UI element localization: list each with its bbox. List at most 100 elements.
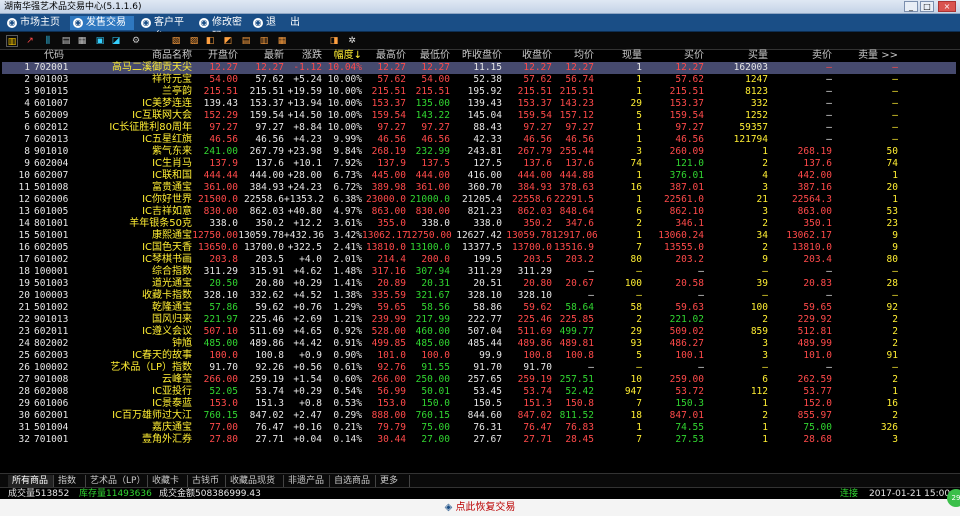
column-header-12[interactable]: 买价 bbox=[642, 50, 704, 62]
tab-0[interactable]: 所有商品 bbox=[8, 475, 54, 487]
cell: +0.29 bbox=[293, 386, 322, 397]
menu-item-3[interactable]: ◉修改密码 bbox=[196, 16, 246, 42]
table-row[interactable]: 14 801001 羊年银条50克 338.0 350.2 +12.2 3.61% 355.0… bbox=[2, 218, 956, 230]
table-row[interactable]: 23 602011 IC遵义会议 507.10 511.69 +4.65 0.92% 528.… bbox=[2, 326, 956, 338]
title-bar: 湖南华强艺术品交易中心(5.1.1.6) _ □ × bbox=[0, 0, 960, 14]
close-button[interactable]: × bbox=[938, 1, 956, 12]
cell: 23 bbox=[18, 326, 30, 337]
menu-item-5[interactable]: 出 bbox=[284, 16, 308, 30]
excel-icon[interactable]: ▤ bbox=[240, 35, 252, 47]
table-row[interactable]: 28 602008 IC亚投行 52.05 53.74 +0.29 0.54% 56.99 50… bbox=[2, 386, 956, 398]
sort-icon[interactable]: ▨ bbox=[188, 35, 200, 47]
table-row[interactable]: 12 602006 IC你好世界 21500.0 22558.6 +1353.2 6.38%… bbox=[2, 194, 956, 206]
cell: — bbox=[892, 62, 898, 73]
column-header-0[interactable]: 代码 bbox=[34, 50, 74, 62]
column-header-3[interactable]: 最新 bbox=[238, 50, 284, 62]
table-row[interactable]: 1 702001 高马二溪御贡天尖 12.27 12.27 -1.12 10.04% 12.2… bbox=[2, 62, 956, 74]
gear-icon[interactable]: ⚙ bbox=[130, 35, 142, 47]
print-icon[interactable]: ▥ bbox=[258, 35, 270, 47]
column-header-1[interactable]: 商品名称 bbox=[74, 50, 192, 62]
cell: 489.86 bbox=[517, 338, 552, 349]
cell: 道光通宝 bbox=[152, 278, 192, 289]
table-row[interactable]: 26 100002 艺术品（LP）指数 91.70 92.26 +0.56 0.61% 92.… bbox=[2, 362, 956, 374]
cell: +0.76 bbox=[293, 302, 322, 313]
table-row[interactable]: 18 100001 综合指数 311.29 315.91 +4.62 1.48% 317.16… bbox=[2, 266, 956, 278]
tab-1[interactable]: 指数 bbox=[54, 475, 86, 487]
column-header-8[interactable]: 昨收盘价 bbox=[450, 50, 502, 62]
resume-trading-bar[interactable]: ◈ 点此恢复交易 bbox=[0, 499, 960, 516]
book-icon[interactable]: ▧ bbox=[170, 35, 182, 47]
menu-item-2[interactable]: ◉客户平台 bbox=[138, 16, 194, 42]
cell: 507.04 bbox=[467, 326, 502, 337]
table-row[interactable]: 10 602007 IC联和国 444.44 444.00 +28.00 6.73% 445.… bbox=[2, 170, 956, 182]
table-row[interactable]: 8 901010 紫气东来 241.00 267.79 +23.98 9.84% 268.19… bbox=[2, 146, 956, 158]
settings-icon[interactable]: ✲ bbox=[346, 35, 358, 47]
column-header-10[interactable]: 均价 bbox=[552, 50, 594, 62]
column-header-5[interactable]: 幅度↓ bbox=[322, 50, 362, 62]
column-header-15[interactable]: 卖量 >> bbox=[832, 50, 898, 62]
menu-item-4[interactable]: ◉ 退 bbox=[250, 16, 276, 30]
table-row[interactable]: 20 100003 收藏卡指数 328.10 332.62 +4.52 1.38% 335.5… bbox=[2, 290, 956, 302]
network-speed-icon[interactable]: 29 bbox=[947, 489, 960, 507]
cell-icon[interactable]: ▦ bbox=[276, 35, 288, 47]
column-header-7[interactable]: 最低价 bbox=[406, 50, 450, 62]
table-row[interactable]: 13 601005 IC吉祥如意 830.00 862.03 +40.80 4.97% 863… bbox=[2, 206, 956, 218]
table-row[interactable]: 7 602013 IC五星红旗 46.56 46.56 +4.23 9.99% 46.56 46… bbox=[2, 134, 956, 146]
menu-item-0[interactable]: ◉ 市场主页 bbox=[4, 16, 66, 30]
menu-item-1[interactable]: ◉ 发售交易 bbox=[70, 16, 134, 30]
table-row[interactable]: 24 802002 钟馗 485.00 489.86 +4.42 0.91% 499.85 48… bbox=[2, 338, 956, 350]
table-row[interactable]: 25 602003 IC春天的故事 100.0 100.8 +0.9 0.90% 101.0 1… bbox=[2, 350, 956, 362]
line-chart-icon[interactable]: ↗ bbox=[24, 35, 36, 47]
table-row[interactable]: 32 701001 壹角外汇券 27.80 27.71 +0.04 0.14% 30.44 27… bbox=[2, 434, 956, 446]
table-row[interactable]: 15 501001 康熙通宝 12750.00 13059.78 +432.36 3.42%… bbox=[2, 230, 956, 242]
cell: — bbox=[826, 122, 832, 133]
table-row[interactable]: 27 901008 云峰莹 266.00 259.19 +1.54 0.60% 266.00 2… bbox=[2, 374, 956, 386]
tab-4[interactable]: 古钱币 bbox=[188, 475, 226, 487]
table-row[interactable]: 6 602012 IC长征胜利80周年 97.27 97.27 +8.84 10.00% 97… bbox=[2, 122, 956, 134]
column-header-14[interactable]: 卖价 bbox=[768, 50, 832, 62]
cell: 18 bbox=[630, 410, 642, 421]
table-row[interactable]: 16 602005 IC国色天香 13650.0 13700.0 +322.5 2.41% 1… bbox=[2, 242, 956, 254]
calendar-icon[interactable]: ▦ bbox=[76, 35, 88, 47]
tab-5[interactable]: 收藏品现货 bbox=[226, 475, 284, 487]
column-header-9[interactable]: 收盘价 bbox=[502, 50, 552, 62]
table-row[interactable]: 29 601006 IC景泰蓝 153.0 151.3 +0.8 0.53% 153.0 150… bbox=[2, 398, 956, 410]
candle-icon[interactable]: ⫼ bbox=[42, 35, 54, 47]
link-icon[interactable]: ◩ bbox=[222, 35, 234, 47]
bell-icon[interactable]: ◨ bbox=[328, 35, 340, 47]
cell: 57.86 bbox=[209, 302, 238, 313]
tab-8[interactable]: 更多>> bbox=[376, 475, 410, 498]
cell: 485.44 bbox=[467, 338, 502, 349]
grid-icon[interactable]: ▣ bbox=[94, 35, 106, 47]
tab-2[interactable]: 艺术品（LP） bbox=[86, 475, 148, 487]
table-row[interactable]: 9 602004 IC生肖马 137.9 137.6 +10.1 7.92% 137.9 137… bbox=[2, 158, 956, 170]
table-row[interactable]: 19 501003 道光通宝 20.50 20.80 +0.29 1.41% 20.89 20.… bbox=[2, 278, 956, 290]
tab-7[interactable]: 自选商品 bbox=[330, 475, 376, 487]
table-row[interactable]: 3 901015 兰亭韵 215.51 215.51 +19.59 10.00% 215.51… bbox=[2, 86, 956, 98]
table-row[interactable]: 11 501008 富贵通宝 361.00 384.93 +24.23 6.72% 389.9… bbox=[2, 182, 956, 194]
column-header-13[interactable]: 买量 bbox=[704, 50, 768, 62]
bar-chart-icon[interactable]: ▥ bbox=[6, 35, 18, 47]
cell: 157.12 bbox=[559, 110, 594, 121]
list-icon[interactable]: ▤ bbox=[60, 35, 72, 47]
cell: 27.53 bbox=[675, 434, 704, 445]
table-row[interactable]: 31 501004 嘉庆通宝 77.00 76.47 +0.16 0.21% 79.79 75.… bbox=[2, 422, 956, 434]
minimize-button[interactable]: _ bbox=[904, 1, 918, 12]
tab-6[interactable]: 非遗产品 bbox=[284, 475, 330, 487]
info-icon[interactable]: ◧ bbox=[204, 35, 216, 47]
column-header-4[interactable]: 涨跌 bbox=[284, 50, 322, 62]
refresh-icon[interactable]: ◪ bbox=[110, 35, 122, 47]
column-header-6[interactable]: 最高价 bbox=[362, 50, 406, 62]
cell: 512.81 bbox=[797, 326, 832, 337]
column-header-2[interactable]: 开盘价 bbox=[192, 50, 238, 62]
table-row[interactable]: 5 602009 IC互联网大会 152.29 159.54 +14.50 10.00% 15… bbox=[2, 110, 956, 122]
table-row[interactable]: 17 601002 IC琴棋书画 203.8 203.5 +4.0 2.01% 214.4 20… bbox=[2, 254, 956, 266]
table-row[interactable]: 21 501002 乾隆通宝 57.86 59.62 +0.76 1.29% 59.65 58.… bbox=[2, 302, 956, 314]
tab-3[interactable]: 收藏卡 bbox=[148, 475, 188, 487]
table-row[interactable]: 4 601007 IC美梦连连 139.43 153.37 +13.94 10.00% 153… bbox=[2, 98, 956, 110]
table-row[interactable]: 30 602001 IC百万雄师过大江 760.15 847.02 +2.47 0.29% 8… bbox=[2, 410, 956, 422]
table-row[interactable]: 2 901003 祥符元宝 54.00 57.62 +5.24 10.00% 57.62 54.… bbox=[2, 74, 956, 86]
table-row[interactable]: 22 901013 国风归来 221.97 225.46 +2.69 1.21% 239.99… bbox=[2, 314, 956, 326]
maximize-button[interactable]: □ bbox=[920, 1, 934, 12]
column-header-11[interactable]: 现量 bbox=[594, 50, 642, 62]
